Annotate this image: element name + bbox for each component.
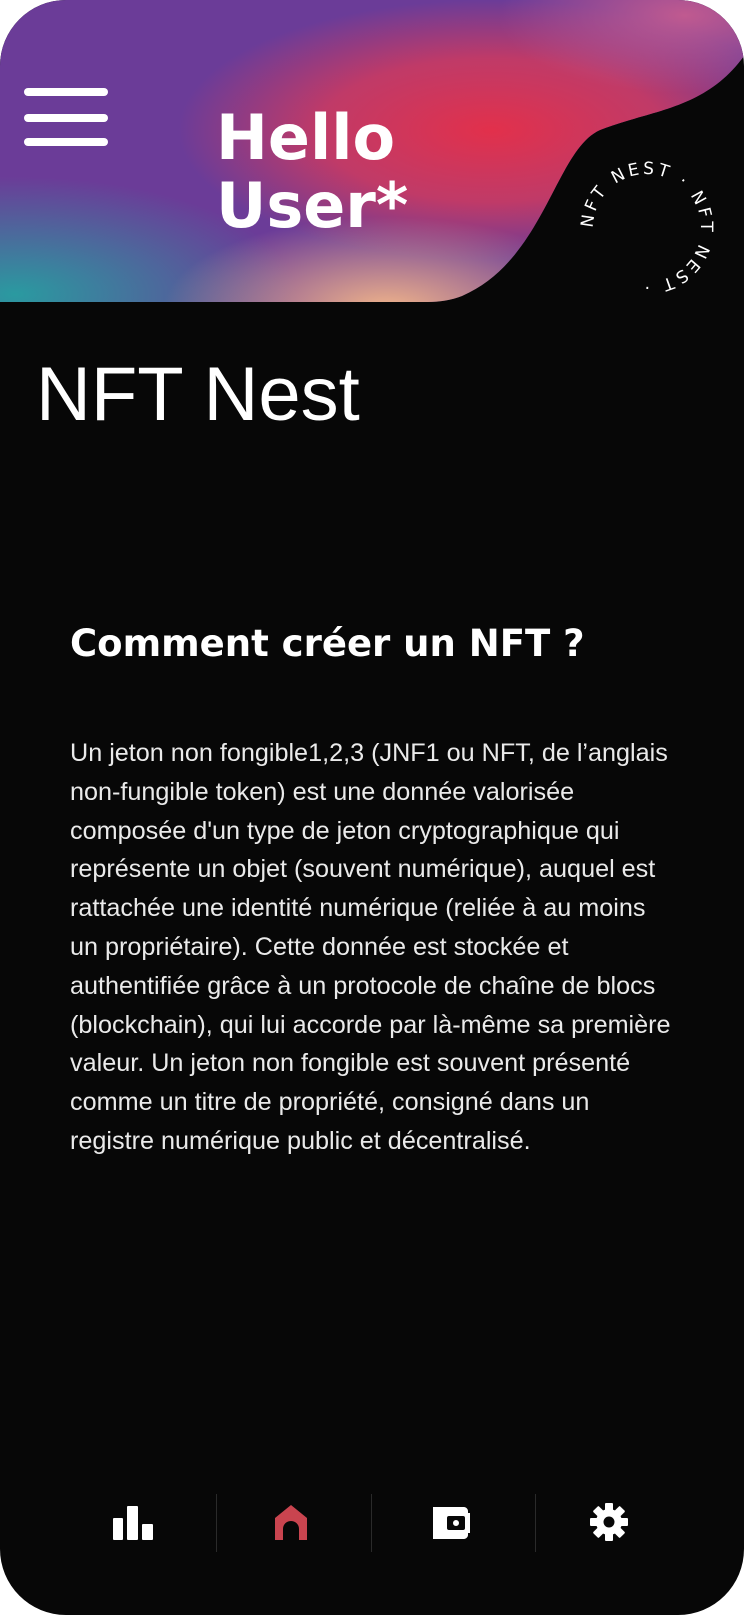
tab-home[interactable]: [214, 1490, 368, 1554]
app-title: NFT Nest: [36, 352, 360, 437]
tab-stats[interactable]: [56, 1490, 210, 1554]
tab-settings[interactable]: [532, 1490, 686, 1554]
wallet-icon: [433, 1507, 470, 1539]
tab-wallet[interactable]: [374, 1490, 528, 1554]
section-body-text: Un jeton non fongible1,2,3 (JNF1 ou NFT,…: [70, 739, 671, 1155]
bar-chart-icon: [113, 1506, 153, 1540]
hamburger-menu-icon: [24, 88, 108, 96]
section-heading: Comment créer un NFT ?: [70, 622, 585, 665]
greeting-line-1: Hello: [216, 101, 396, 174]
tab-divider: [371, 1494, 372, 1552]
greeting-line-2: User*: [216, 169, 409, 242]
nft-nest-circular-badge: NFT NEST · NFT NEST ·: [578, 159, 716, 297]
greeting: Hello User*: [216, 104, 408, 240]
header: Hello User* NFT NEST · NFT NEST ·: [0, 0, 744, 310]
bottom-tab-bar: [0, 1490, 744, 1554]
svg-text:NFT NEST · NFT NEST ·: NFT NEST · NFT NEST ·: [578, 159, 716, 297]
phone-screen: Hello User* NFT NEST · NFT NEST · NFT Ne…: [0, 0, 744, 1615]
badge-text: NFT NEST · NFT NEST ·: [578, 159, 713, 297]
menu-button[interactable]: [24, 84, 110, 146]
gear-icon: [590, 1503, 628, 1541]
home-icon: [275, 1505, 307, 1540]
